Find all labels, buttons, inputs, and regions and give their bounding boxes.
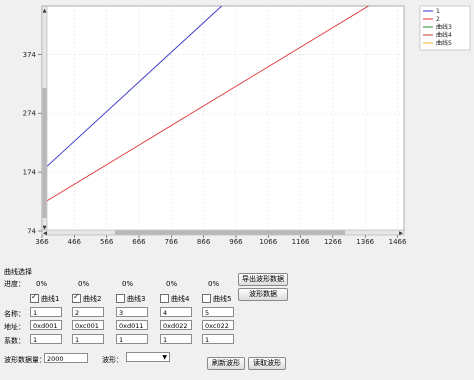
curve-progress: 0% [208, 280, 220, 288]
x-tick-label: 466 [68, 238, 82, 246]
curve-checkbox-label[interactable]: 曲线1 [41, 294, 59, 304]
x-tick-label: 866 [197, 238, 211, 246]
curve-coef-input[interactable]: 1 [202, 334, 234, 344]
x-tick-label: 1366 [356, 238, 374, 246]
legend: 12曲线3曲线4曲线5 [419, 5, 471, 51]
chevron-down-icon: ▼ [162, 354, 167, 361]
export-wave-data-button[interactable]: 导出波形数据 [238, 273, 288, 286]
x-tick-label: 1066 [259, 238, 277, 246]
scroll-left-icon[interactable]: ◀ [43, 231, 47, 237]
x-tick-label: 766 [165, 238, 179, 246]
wave-count-input[interactable]: 2000 [44, 353, 88, 363]
curve-checkbox-4[interactable] [160, 294, 169, 303]
curve-progress: 0% [36, 280, 48, 288]
curve-progress: 0% [166, 280, 178, 288]
curve-name-input[interactable]: 4 [160, 307, 192, 317]
address-label: 地址： [4, 323, 25, 331]
curve-progress: 0% [78, 280, 90, 288]
curve-checkbox-3[interactable] [116, 294, 125, 303]
y-tick-label: 274 [23, 110, 37, 118]
curve-coef-input[interactable]: 1 [72, 334, 104, 344]
curve-checkbox-1[interactable] [30, 292, 39, 303]
x-tick-label: 366 [35, 238, 49, 246]
curve-name-input[interactable]: 2 [72, 307, 104, 317]
legend-label: 2 [436, 16, 440, 23]
name-label: 名称： [4, 310, 25, 318]
curve-address-input[interactable]: 0xc022 [202, 320, 234, 330]
plot-area [41, 5, 405, 232]
curve-name-input[interactable]: 5 [202, 307, 234, 317]
curve-name-input[interactable]: 3 [116, 307, 148, 317]
waveform-select[interactable]: ▼ [126, 352, 170, 362]
y-tick-label: 174 [23, 169, 37, 177]
legend-label: 曲线3 [436, 23, 452, 31]
x-tick-label: 1466 [389, 238, 407, 246]
curve-coef-input[interactable]: 1 [30, 334, 62, 344]
curve-address-input[interactable]: 0xc001 [72, 320, 104, 330]
curve-address-input[interactable]: 0xd011 [116, 320, 148, 330]
progress-label: 进度： [4, 280, 25, 288]
horizontal-scrollbar[interactable]: ◀ ▶ [41, 229, 405, 237]
curve-checkbox-label[interactable]: 曲线3 [127, 294, 145, 304]
curve-checkbox-label[interactable]: 曲线4 [171, 294, 189, 304]
curve-coef-input[interactable]: 1 [160, 334, 192, 344]
legend-label: 1 [436, 8, 440, 15]
x-tick-label: 1166 [292, 238, 310, 246]
curve-checkbox-5[interactable] [202, 294, 211, 303]
horizontal-scroll-thumb[interactable] [115, 230, 345, 235]
curve-checkbox-2[interactable] [72, 292, 81, 303]
read-wave-button[interactable]: 读取波形 [248, 357, 286, 370]
x-tick-label: 1266 [324, 238, 342, 246]
x-tick-label: 966 [229, 238, 243, 246]
x-tick-label: 666 [132, 238, 146, 246]
legend-label: 曲线5 [436, 39, 452, 47]
scroll-right-icon[interactable]: ▶ [399, 231, 403, 237]
vertical-scrollbar[interactable]: ▲ ▼ [41, 5, 48, 232]
vertical-scroll-thumb[interactable] [42, 88, 47, 218]
panel-title: 曲线选择 [4, 268, 32, 276]
refresh-wave-button[interactable]: 刷新波形 [207, 357, 245, 370]
curve-address-input[interactable]: 0xd022 [160, 320, 192, 330]
x-tick-label: 566 [100, 238, 114, 246]
wave-data-button[interactable]: 波形数据 [238, 288, 288, 301]
scroll-up-icon[interactable]: ▲ [43, 8, 47, 14]
y-tick-label: 74 [27, 228, 36, 236]
coef-label: 系数： [4, 337, 25, 345]
waveform-label: 波形： [102, 356, 123, 364]
curve-checkbox-label[interactable]: 曲线5 [213, 294, 231, 304]
wave-count-label: 波形数据量： [4, 356, 46, 364]
y-tick-label: 374 [23, 51, 37, 59]
curve-address-input[interactable]: 0xd001 [30, 320, 62, 330]
legend-label: 曲线4 [436, 31, 452, 39]
curve-name-input[interactable]: 1 [30, 307, 62, 317]
line-chart: 366 466 566 666 766 866 966 1066 1166 1266 1366 146… [23, 5, 471, 246]
curve-progress: 0% [122, 280, 134, 288]
curve-coef-input[interactable]: 1 [116, 334, 148, 344]
curve-checkbox-label[interactable]: 曲线2 [83, 294, 101, 304]
